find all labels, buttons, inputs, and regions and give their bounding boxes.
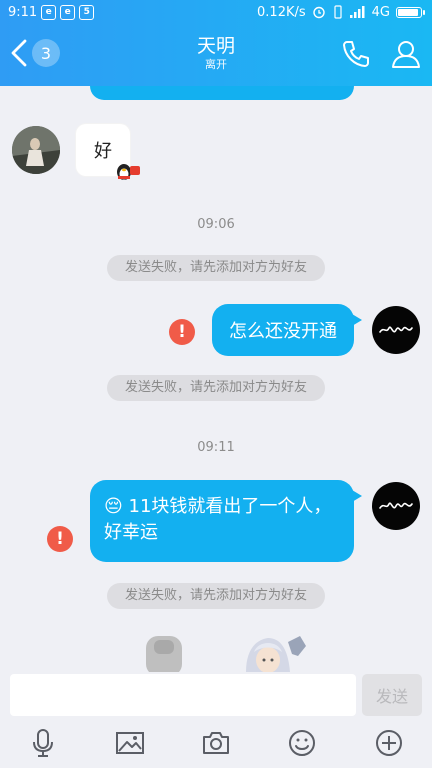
send-button[interactable]: 发送 [362,674,422,716]
send-failed-notice: 发送失败，请先添加对方为好友 [107,583,325,609]
friend-avatar[interactable] [12,126,60,174]
chat-header: 3 天明 离开 [0,24,432,86]
status-bar: 9:11 e e 5 0.12K/s 4G [0,0,432,24]
emoji-icon[interactable] [286,727,318,759]
input-bar: 发送 [0,672,432,718]
send-failed-notice: 发送失败，请先添加对方为好友 [107,375,325,401]
battery-icon [396,6,425,18]
message-input[interactable] [10,674,356,716]
ghost-figure-sticker [146,636,182,672]
timestamp: 09:06 [197,217,235,232]
top-bar: 9:11 e e 5 0.12K/s 4G 3 天明 离开 [0,0,432,86]
phone-icon[interactable] [340,38,372,70]
microphone-icon[interactable] [27,727,59,759]
browser-icon: e [60,4,76,20]
my-message-text: 怎么还没开通 [229,321,337,342]
camera-icon[interactable] [200,727,232,759]
previous-message-bubble [90,86,354,100]
my-message-text-line2: 好幸运 [104,522,158,543]
my-message-bubble[interactable]: 😔 11块钱就看出了一个人， 好幸运 [90,480,362,562]
network-type: 4G [371,4,390,20]
chat-area[interactable]: 好 09:06 发送失败，请先添加对方为好友 ! 怎么还没开通 发送失败，请先添… [0,86,432,672]
battery-level [398,8,418,16]
my-avatar-image [379,326,413,333]
profile-icon[interactable] [390,38,422,70]
browser-icon: e [41,4,57,20]
send-failed-icon[interactable]: ! [47,526,73,552]
input-toolbar [0,718,432,768]
my-avatar-image [379,502,413,509]
plus-icon[interactable] [373,727,405,759]
send-failed-icon[interactable]: ! [169,319,195,345]
friend-message-text: 好 [94,141,112,162]
signal-icon [349,6,365,18]
my-avatar[interactable] [372,482,420,530]
qq-penguin-icon [117,164,140,180]
my-avatar[interactable] [372,306,420,354]
vibrate-icon [334,5,342,19]
network-speed: 0.12K/s [257,4,306,20]
my-message-bubble[interactable]: 怎么还没开通 [212,304,362,356]
image-icon[interactable] [114,727,146,759]
alarm-icon [312,6,325,19]
anime-character-sticker [246,636,306,672]
sad-emoji: 😔 [104,496,123,517]
send-failed-notice: 发送失败，请先添加对方为好友 [107,255,325,281]
my-message-text-line1: 11块钱就看出了一个人， [128,496,332,517]
app-5-icon: 5 [79,4,95,20]
timestamp: 09:11 [197,440,235,455]
status-time: 9:11 [8,4,38,20]
friend-avatar-image [12,126,60,174]
